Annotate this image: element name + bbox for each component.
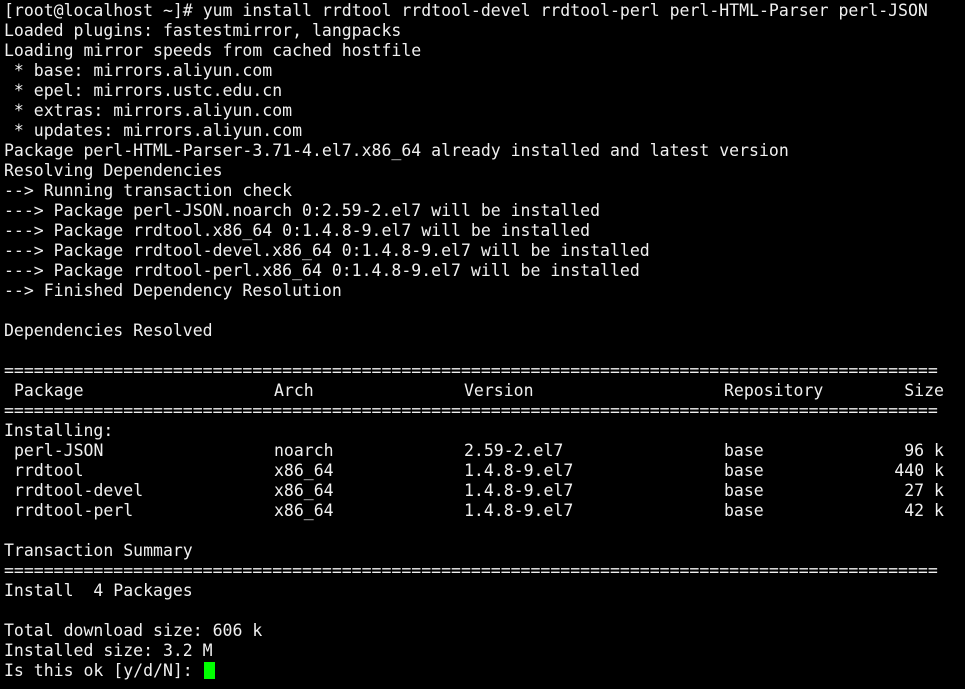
table-row: perl-JSON noarch 2.59-2.el7 base 96 k [4,441,965,461]
text-cursor[interactable] [203,662,215,679]
package-version: 2.59-2.el7 [464,441,564,460]
output-line: Loaded plugins: fastestmirror, langpacks [4,21,402,40]
package-version: 1.4.8-9.el7 [464,481,574,500]
table-header-row: Package Arch Version Repository Size [4,381,965,401]
table-row: rrdtool-perl x86_64 1.4.8-9.el7 base 42 … [4,501,965,521]
command-text: yum install rrdtool rrdtool-devel rrdtoo… [202,1,928,20]
header-size: Size [904,381,944,400]
output-line: Resolving Dependencies [4,161,223,180]
output-line: ---> Package perl-JSON.noarch 0:2.59-2.e… [4,201,601,220]
package-name: rrdtool-perl [14,501,134,520]
package-repository: base [724,441,764,460]
header-repository: Repository [724,381,824,400]
download-size-line: Total download size: 606 k [4,621,263,640]
package-name: perl-JSON [14,441,104,460]
package-arch: x86_64 [274,461,334,480]
install-count-line: Install 4 Packages [4,581,193,600]
table-separator: ========================================… [4,361,938,380]
package-size: 42 k [904,501,944,520]
header-version: Version [464,381,534,400]
output-line: * base: mirrors.aliyun.com [4,61,273,80]
package-name: rrdtool-devel [14,481,144,500]
confirm-prompt: Is this ok [y/d/N]: [4,661,203,680]
table-separator: ========================================… [4,401,938,420]
output-line: * epel: mirrors.ustc.edu.cn [4,81,283,100]
package-arch: x86_64 [274,501,334,520]
terminal-window[interactable]: [root@localhost ~]# yum install rrdtool … [0,0,965,689]
output-line: Dependencies Resolved [4,321,213,340]
output-line: --> Running transaction check [4,181,293,200]
package-size: 96 k [904,441,944,460]
confirm-prompt-line: Is this ok [y/d/N]: [4,661,965,681]
package-version: 1.4.8-9.el7 [464,501,574,520]
package-arch: x86_64 [274,481,334,500]
package-repository: base [724,501,764,520]
output-line: * updates: mirrors.aliyun.com [4,121,303,140]
header-package: Package [14,381,84,400]
output-line: Package perl-HTML-Parser-3.71-4.el7.x86_… [4,141,789,160]
output-line: * extras: mirrors.aliyun.com [4,101,293,120]
table-separator: ========================================… [4,561,938,580]
output-line: Loading mirror speeds from cached hostfi… [4,41,422,60]
package-size: 440 k [894,461,944,480]
table-row: rrdtool-devel x86_64 1.4.8-9.el7 base 27… [4,481,965,501]
output-line: ---> Package rrdtool-devel.x86_64 0:1.4.… [4,241,650,260]
installing-label: Installing: [4,421,114,440]
package-size: 27 k [904,481,944,500]
output-line: ---> Package rrdtool-perl.x86_64 0:1.4.8… [4,261,640,280]
installed-size-line: Installed size: 3.2 M [4,641,213,660]
package-version: 1.4.8-9.el7 [464,461,574,480]
package-repository: base [724,461,764,480]
output-line: ---> Package rrdtool.x86_64 0:1.4.8-9.el… [4,221,591,240]
header-arch: Arch [274,381,314,400]
summary-title: Transaction Summary [4,541,193,560]
command-line: [root@localhost ~]# yum install rrdtool … [4,1,965,21]
output-line: --> Finished Dependency Resolution [4,281,342,300]
table-row: rrdtool x86_64 1.4.8-9.el7 base 440 k [4,461,965,481]
package-name: rrdtool [14,461,84,480]
package-repository: base [724,481,764,500]
shell-prompt: [root@localhost ~]# [4,1,203,20]
package-arch: noarch [274,441,334,460]
